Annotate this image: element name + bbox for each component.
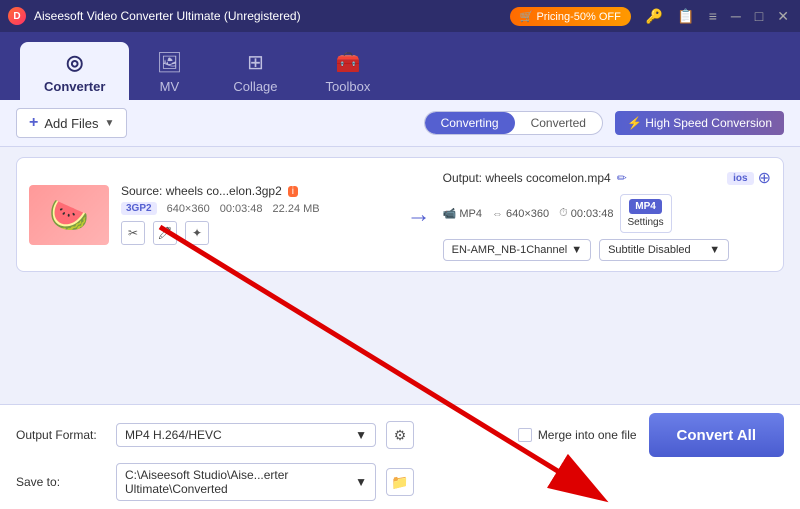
toolbox-icon: 🧰 (335, 50, 360, 75)
bottom-bar: Output Format: MP4 H.264/HEVC ▼ ⚙ Merge … (0, 404, 800, 509)
folder-button[interactable]: 📁 (386, 468, 414, 496)
file-info: Source: wheels co...elon.3gp2 i 3GP2 640… (121, 184, 395, 245)
output-resolution-value: 640×360 (506, 208, 549, 220)
merge-checkbox[interactable] (518, 428, 532, 442)
clock-meta-icon: ⏱ (559, 207, 568, 220)
tab-converter-label: Converter (44, 79, 105, 94)
output-res-meta: ⇔ 640×360 (492, 208, 549, 220)
add-files-label: Add Files (44, 116, 98, 131)
output-format-label: Output Format: (16, 428, 106, 442)
add-output-icon[interactable]: ⊕ (758, 168, 771, 188)
pricing-button[interactable]: 🛒 Pricing-50% OFF (510, 7, 631, 26)
file-thumbnail: 🍉 (29, 185, 109, 245)
maximize-button[interactable]: □ (752, 8, 766, 24)
output-meta-row: 📹 MP4 ⇔ 640×360 ⏱ 00:03:48 (443, 194, 771, 233)
window-controls: 🔑 📋 ≡ ─ □ ✕ (643, 8, 792, 25)
output-selects-row: EN-AMR_NB-1Channel ▼ Subtitle Disabled ▼ (443, 239, 771, 261)
format-tag: 3GP2 (121, 202, 157, 215)
file-actions-row: ✂ 🖊 ✦ (121, 221, 395, 245)
app-logo: D (8, 7, 26, 25)
close-button[interactable]: ✕ (774, 8, 792, 25)
dropdown-arrow-icon: ▼ (105, 118, 115, 129)
convert-all-button[interactable]: Convert All (649, 413, 784, 457)
collage-icon: ⊞ (247, 50, 264, 75)
tab-collage[interactable]: ⊞ Collage (209, 42, 301, 100)
audio-channel-value: EN-AMR_NB-1Channel (452, 244, 568, 256)
resolution-meta-icon: ⇔ (492, 208, 503, 220)
toolbar: + Add Files ▼ Converting Converted ⚡ Hig… (0, 100, 800, 147)
converted-tab[interactable]: Converted (515, 112, 602, 134)
mv-icon: 🖼 (157, 50, 182, 75)
convert-arrow-icon: → (407, 201, 431, 229)
output-edit-icon[interactable]: ✏ (617, 171, 627, 185)
output-format-row: Output Format: MP4 H.264/HEVC ▼ ⚙ Merge … (16, 413, 784, 457)
output-meta: 📹 MP4 ⇔ 640×360 ⏱ 00:03:48 (443, 207, 614, 220)
edit-button[interactable]: 🖊 (153, 221, 177, 245)
output-duration-value: 00:03:48 (571, 208, 614, 220)
output-header: Output: wheels cocomelon.mp4 ✏ ios ⊕ (443, 168, 771, 188)
tab-toolbox-label: Toolbox (326, 79, 371, 94)
info-badge[interactable]: i (288, 186, 298, 197)
effects-button[interactable]: ✦ (185, 221, 209, 245)
output-format-meta: 📹 MP4 (443, 207, 482, 220)
subtitle-value: Subtitle Disabled (608, 244, 691, 256)
output-format-select[interactable]: MP4 H.264/HEVC ▼ (116, 423, 376, 447)
menu-icon[interactable]: ≡ (706, 8, 720, 24)
file-source-row: Source: wheels co...elon.3gp2 i (121, 184, 395, 198)
app-title: Aiseesoft Video Converter Ultimate (Unre… (34, 9, 510, 23)
tab-bar: ◎ Converter 🖼 MV ⊞ Collage 🧰 Toolbox (0, 32, 800, 100)
save-to-chevron: ▼ (355, 475, 367, 489)
format-meta-icon: 📹 (443, 207, 457, 220)
thumbnail-image: 🍉 (49, 196, 89, 234)
high-speed-button[interactable]: ⚡ High Speed Conversion (615, 111, 784, 135)
output-format-value: MP4 (459, 208, 482, 220)
file-list: 🍉 Source: wheels co...elon.3gp2 i 3GP2 6… (0, 147, 800, 282)
save-to-select[interactable]: C:\Aiseesoft Studio\Aise...erter Ultimat… (116, 463, 376, 501)
plus-icon: + (29, 114, 38, 132)
resolution-value: 640×360 (167, 203, 210, 215)
add-files-button[interactable]: + Add Files ▼ (16, 108, 127, 138)
converting-tabs: Converting Converted (424, 111, 603, 135)
converter-icon: ◎ (66, 50, 83, 75)
settings-label[interactable]: Settings (627, 217, 663, 228)
output-format-select-value: MP4 H.264/HEVC (125, 428, 222, 442)
title-bar: D Aiseesoft Video Converter Ultimate (Un… (0, 0, 800, 32)
merge-row: Merge into one file (518, 428, 637, 442)
tab-mv[interactable]: 🖼 MV (129, 42, 209, 100)
save-to-row: Save to: C:\Aiseesoft Studio\Aise...erte… (16, 463, 784, 501)
tab-toolbox[interactable]: 🧰 Toolbox (302, 42, 395, 100)
app-window: D Aiseesoft Video Converter Ultimate (Un… (0, 0, 800, 509)
tab-mv-label: MV (160, 79, 180, 94)
cut-button[interactable]: ✂ (121, 221, 145, 245)
settings-format-badge: MP4 (629, 199, 662, 214)
save-to-value: C:\Aiseesoft Studio\Aise...erter Ultimat… (125, 468, 355, 496)
output-section: Output: wheels cocomelon.mp4 ✏ ios ⊕ 📹 M… (443, 168, 771, 261)
key-icon[interactable]: 🔑 (643, 8, 666, 25)
output-duration-meta: ⏱ 00:03:48 (559, 207, 613, 220)
tab-converter[interactable]: ◎ Converter (20, 42, 129, 100)
minimize-button[interactable]: ─ (728, 8, 744, 24)
clipboard-icon[interactable]: 📋 (674, 8, 697, 25)
subtitle-select[interactable]: Subtitle Disabled ▼ (599, 239, 729, 261)
audio-channel-chevron: ▼ (571, 244, 582, 256)
output-format-chevron: ▼ (355, 428, 367, 442)
duration-value: 00:03:48 (220, 203, 263, 215)
source-label: Source: wheels co...elon.3gp2 (121, 184, 282, 198)
file-meta-row: 3GP2 640×360 00:03:48 22.24 MB (121, 202, 395, 215)
merge-label: Merge into one file (538, 428, 637, 442)
output-label: Output: wheels cocomelon.mp4 (443, 171, 611, 185)
subtitle-chevron: ▼ (709, 244, 720, 256)
format-settings-button[interactable]: ⚙ (386, 421, 414, 449)
bottom-right: Merge into one file Convert All (518, 413, 784, 457)
file-item: 🍉 Source: wheels co...elon.3gp2 i 3GP2 6… (16, 157, 784, 272)
ios-badge: ios (727, 172, 753, 185)
settings-box: MP4 Settings (620, 194, 672, 233)
save-to-label: Save to: (16, 475, 106, 489)
audio-channel-select[interactable]: EN-AMR_NB-1Channel ▼ (443, 239, 591, 261)
converting-tab[interactable]: Converting (425, 112, 515, 134)
filesize-value: 22.24 MB (273, 203, 320, 215)
tab-collage-label: Collage (233, 79, 277, 94)
